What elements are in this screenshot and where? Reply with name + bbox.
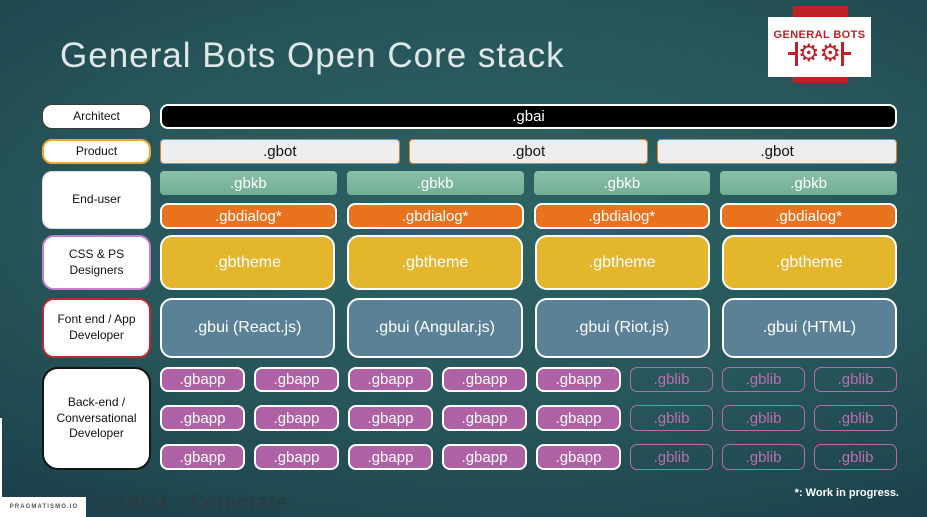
gbot-box: .gbot <box>408 139 649 164</box>
gbapp-box: .gbapp <box>348 444 433 470</box>
gbapp-box: .gbapp <box>254 405 339 431</box>
slide: General Bots Open Core stack GENERAL BOT… <box>0 0 927 517</box>
gear-icon: ⚙ <box>819 39 842 67</box>
gblib-box: .gblib <box>814 405 897 431</box>
gblib-box: .gblib <box>722 367 805 392</box>
gbapp-box: .gbapp <box>160 405 245 431</box>
pragmatismo-logo: PRAGMATISMO.IO <box>2 497 86 517</box>
gbai-box: .gbai <box>160 104 897 129</box>
gbtheme-box: .gbtheme <box>534 235 710 290</box>
row-gbkb: .gbkb .gbkb .gbkb .gbkb <box>160 171 897 195</box>
gbkb-box: .gbkb <box>160 171 337 195</box>
gbapp-box: .gbapp <box>536 405 621 431</box>
gbapp-box: .gbapp <box>254 444 339 470</box>
gbot-box: .gbot <box>160 139 400 164</box>
gbdialog-box: .gbdialog* <box>720 203 897 229</box>
gblib-box: .gblib <box>630 405 713 431</box>
label-backend-developer: Back-end / Conversational Developer <box>42 367 151 470</box>
gbapp-box: .gbapp <box>160 444 245 470</box>
gbot-box: .gbot <box>657 139 898 164</box>
gbapp-box: .gbapp <box>254 367 339 392</box>
gears-icon: ⚙ ⚙ <box>787 39 852 67</box>
page-title: General Bots Open Core stack <box>60 36 565 75</box>
gbui-box: .gbui (Angular.js) <box>347 298 523 358</box>
gbapp-box: .gbapp <box>536 367 621 392</box>
gbapp-box: .gbapp <box>348 405 433 431</box>
gbkb-box: .gbkb <box>346 171 524 195</box>
gbtheme-box: .gbtheme <box>721 235 897 290</box>
general-bots-logo: GENERAL BOTS ⚙ ⚙ <box>768 17 871 77</box>
row-gbtheme: .gbtheme .gbtheme .gbtheme .gbtheme <box>160 235 897 290</box>
gbdialog-box: .gbdialog* <box>160 203 337 229</box>
label-end-user: End-user <box>42 171 151 229</box>
gbkb-box: .gbkb <box>533 171 711 195</box>
gear-hbar-icon <box>787 52 795 55</box>
gbkb-box: .gbkb <box>720 171 897 195</box>
gbdialog-box: .gbdialog* <box>346 203 524 229</box>
gbui-box: .gbui (React.js) <box>160 298 336 358</box>
gbdialog-box: .gbdialog* <box>533 203 711 229</box>
gblib-box: .gblib <box>630 367 713 392</box>
label-css-ps-designers: CSS & PS Designers <box>42 235 151 290</box>
logo-brand-text: GENERAL BOTS <box>773 28 866 41</box>
gbapp-box: .gbapp <box>536 444 621 470</box>
gear-icon: ⚙ <box>797 39 820 67</box>
row-gbai: .gbai <box>160 104 897 129</box>
label-architect: Architect <box>42 104 151 129</box>
row-backend-1: .gbapp .gbapp .gbapp .gbapp .gbapp .gbli… <box>160 367 897 392</box>
gbui-box: .gbui (HTML) <box>721 298 897 358</box>
row-backend-3: .gbapp .gbapp .gbapp .gbapp .gbapp .gbli… <box>160 444 897 470</box>
gear-hbar-icon <box>844 52 852 55</box>
gblib-box: .gblib <box>722 405 805 431</box>
gblib-box: .gblib <box>630 444 713 470</box>
label-frontend-developer: Font end / App Developer <box>42 298 151 358</box>
gbapp-box: .gbapp <box>348 367 433 392</box>
gbui-box: .gbui (Riot.js) <box>534 298 710 358</box>
gblib-box: .gblib <box>814 444 897 470</box>
work-in-progress-note: *: Work in progress. <box>794 487 899 499</box>
row-backend-2: .gbapp .gbapp .gbapp .gbapp .gbapp .gbli… <box>160 405 897 431</box>
row-gbui: .gbui (React.js) .gbui (Angular.js) .gbu… <box>160 298 897 358</box>
row-gbot: .gbot .gbot .gbot <box>160 139 898 164</box>
row-gbdialog: .gbdialog* .gbdialog* .gbdialog* .gbdial… <box>160 203 897 229</box>
gbtheme-box: .gbtheme <box>160 235 336 290</box>
gbapp-box: .gbapp <box>442 405 527 431</box>
gblib-box: .gblib <box>722 444 805 470</box>
slide-version-label: 2018Q4 - Corporate <box>92 492 288 514</box>
gblib-box: .gblib <box>814 367 897 392</box>
gbapp-box: .gbapp <box>442 444 527 470</box>
gbapp-box: .gbapp <box>160 367 245 392</box>
gbtheme-box: .gbtheme <box>347 235 523 290</box>
gbapp-box: .gbapp <box>442 367 527 392</box>
label-product: Product <box>42 139 151 164</box>
